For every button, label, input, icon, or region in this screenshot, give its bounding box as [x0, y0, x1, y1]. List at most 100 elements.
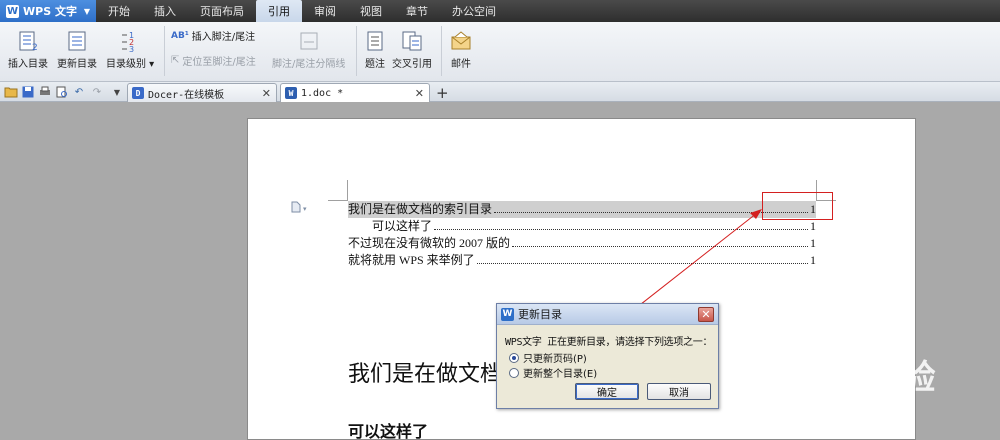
- option-update-page-numbers[interactable]: 只更新页码(P): [509, 350, 587, 365]
- footnote-icon: AB¹: [171, 30, 189, 41]
- radio-selected[interactable]: [509, 352, 519, 363]
- radio-unselected[interactable]: [509, 367, 519, 378]
- annotation-highlight-box: [762, 192, 833, 220]
- dialog-titlebar[interactable]: W 更新目录: [497, 304, 718, 325]
- goto-footnote-label: 定位至脚注/尾注: [182, 57, 256, 68]
- tab-insert[interactable]: 插入: [142, 0, 188, 22]
- caption-button[interactable]: 题注: [364, 30, 386, 70]
- svg-text:3: 3: [129, 45, 134, 52]
- option-label: 只更新页码(P): [523, 354, 587, 365]
- mail-button[interactable]: 邮件: [450, 30, 472, 70]
- tab-section[interactable]: 章节: [394, 0, 440, 22]
- chevron-down-icon: ▼: [83, 6, 90, 16]
- toc-entry[interactable]: 我们是在做文档的索引目录 1: [348, 201, 816, 218]
- toc-level-button[interactable]: 123 目录级别 ▾: [106, 30, 154, 70]
- insert-footnote-label: 插入脚注/尾注: [191, 32, 256, 43]
- mail-icon: [450, 30, 472, 52]
- doc-tab-label: Docer-在线模板: [148, 89, 225, 101]
- toc-entry-text: 我们是在做文档的索引目录: [348, 202, 493, 216]
- wps-logo-icon: W: [501, 307, 514, 321]
- margin-corner-mark: [347, 180, 348, 200]
- toc-entry-page: 1: [810, 236, 816, 250]
- tab-page-layout[interactable]: 页面布局: [188, 0, 256, 22]
- doc-tab-label: 1.doc *: [301, 87, 344, 99]
- cross-ref-icon: [401, 30, 423, 52]
- insert-toc-icon: 2: [17, 30, 39, 52]
- goto-footnote-button[interactable]: ⇱ 定位至脚注/尾注: [171, 53, 256, 68]
- baidu-watermark: Bai 经验 jingyan.baidu.com: [765, 350, 937, 411]
- dialog-title: 更新目录: [518, 308, 562, 321]
- close-icon[interactable]: ✕: [698, 307, 714, 322]
- toc-entry-text: 不过现在没有微软的 2007 版的: [348, 236, 511, 250]
- toc-entry-page: 1: [810, 219, 816, 233]
- tab-home[interactable]: 开始: [96, 0, 142, 22]
- print-preview-icon[interactable]: [55, 85, 69, 99]
- watermark-brand-right: 经验: [866, 358, 937, 398]
- app-menu-button[interactable]: W WPS 文字 ▼: [0, 0, 96, 22]
- footnote-separator-button[interactable]: 脚注/尾注分隔线: [272, 30, 345, 70]
- update-toc-dialog: W 更新目录 ✕ WPS文字 正在更新目录，请选择下列选项之一： 只更新页码(P…: [496, 303, 719, 409]
- tab-references[interactable]: 引用: [256, 0, 302, 22]
- tab-view[interactable]: 视图: [348, 0, 394, 22]
- table-of-contents: 我们是在做文档的索引目录 1 可以这样了 1 不过现在没有微软的 2007 版的…: [348, 201, 816, 269]
- toc-leader-dots: [434, 229, 808, 230]
- close-icon[interactable]: ✕: [415, 87, 424, 100]
- wps-logo-icon: W: [6, 4, 19, 18]
- update-toc-button[interactable]: 更新目录: [57, 30, 97, 70]
- insert-toc-label: 插入目录: [8, 59, 48, 70]
- margin-corner-mark: [328, 200, 348, 201]
- footnote-separator-label: 脚注/尾注分隔线: [272, 59, 346, 70]
- dialog-message: WPS文字 正在更新目录，请选择下列选项之一：: [505, 337, 713, 348]
- toc-entry-text: 可以这样了: [372, 219, 433, 233]
- watermark-brand: Bai 经验: [765, 350, 937, 399]
- chevron-down-icon: ▾: [303, 204, 307, 213]
- svg-text:2: 2: [32, 43, 38, 52]
- cancel-button[interactable]: 取消: [647, 383, 711, 400]
- ribbon-separator: [441, 26, 442, 76]
- toc-entry[interactable]: 可以这样了 1: [348, 218, 816, 235]
- footnote-separator-icon: [298, 30, 320, 52]
- docer-icon: D: [132, 87, 144, 99]
- customize-quickbar-icon[interactable]: ▼: [110, 85, 124, 99]
- insert-toc-button[interactable]: 2 插入目录: [8, 30, 48, 70]
- new-tab-plus-icon[interactable]: +: [436, 84, 449, 102]
- caption-icon: [364, 30, 386, 52]
- quick-access-bar: ↶ ↷ ▼ D Docer-在线模板 ✕ W 1.doc * ✕ +: [0, 82, 1000, 102]
- redo-icon[interactable]: ↷: [90, 85, 104, 99]
- app-name: WPS 文字: [23, 5, 77, 18]
- update-toc-icon: [66, 30, 88, 52]
- undo-icon[interactable]: ↶: [72, 85, 86, 99]
- close-icon[interactable]: ✕: [262, 87, 271, 100]
- doc-tab-1doc[interactable]: W 1.doc * ✕: [280, 83, 430, 102]
- toc-entry[interactable]: 不过现在没有微软的 2007 版的 1: [348, 235, 816, 252]
- menu-bar: W WPS 文字 ▼ 开始 插入 页面布局 引用 审阅 视图 章节 办公空间: [0, 0, 1000, 22]
- watermark-brand-left: Bai: [765, 354, 829, 395]
- toc-entry-text: 就将就用 WPS 来举例了: [348, 253, 475, 267]
- toc-leader-dots: [494, 212, 808, 213]
- document-heading-2[interactable]: 可以这样了: [348, 418, 428, 440]
- tab-office-space[interactable]: 办公空间: [440, 0, 508, 22]
- cross-ref-button[interactable]: 交叉引用: [392, 30, 432, 70]
- goto-footnote-icon: ⇱: [171, 55, 180, 66]
- doc-tab-docer[interactable]: D Docer-在线模板 ✕: [127, 83, 277, 102]
- toc-field-handle[interactable]: ▾: [291, 201, 307, 216]
- document-icon: [291, 201, 301, 216]
- baidu-paw-icon: [832, 359, 863, 390]
- mail-label: 邮件: [451, 59, 471, 70]
- ok-button[interactable]: 确定: [575, 383, 639, 400]
- toc-entry[interactable]: 就将就用 WPS 来举例了 1: [348, 252, 816, 269]
- print-icon[interactable]: [38, 85, 52, 99]
- toc-entry-page: 1: [810, 253, 816, 267]
- doc-file-icon: W: [285, 87, 297, 99]
- save-icon[interactable]: [21, 85, 35, 99]
- toc-leader-dots: [476, 263, 808, 264]
- insert-footnote-button[interactable]: AB¹ 插入脚注/尾注: [171, 28, 256, 44]
- ribbon: 2 插入目录 更新目录 123 目录级别 ▾ AB¹ 插入脚注/尾注 ⇱ 定位至…: [0, 22, 1000, 82]
- tab-review[interactable]: 审阅: [302, 0, 348, 22]
- toc-level-icon: 123: [119, 30, 141, 52]
- document-heading-1[interactable]: 我们是在做文档的索引目录: [348, 356, 498, 388]
- ribbon-separator: [356, 26, 357, 76]
- option-update-entire-toc[interactable]: 更新整个目录(E): [509, 365, 597, 380]
- open-folder-icon[interactable]: [4, 85, 18, 99]
- ribbon-separator: [164, 26, 165, 76]
